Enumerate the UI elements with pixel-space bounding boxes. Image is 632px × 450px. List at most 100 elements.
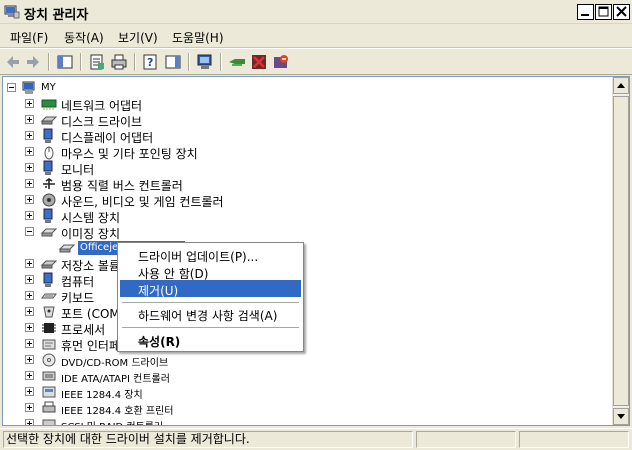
keyboard-icon xyxy=(41,293,57,299)
expand-toggle[interactable] xyxy=(25,179,34,188)
scroll-down-button[interactable] xyxy=(613,408,629,425)
forward-arrow-icon[interactable] xyxy=(24,53,42,71)
window-title: 장치 관리자 xyxy=(24,8,89,23)
expand-toggle[interactable] xyxy=(25,323,34,332)
menu-help[interactable]: 도움말(H) xyxy=(172,29,224,46)
expand-toggle[interactable] xyxy=(25,355,34,364)
vertical-scrollbar[interactable] xyxy=(612,77,629,425)
tree-root-label: MY xyxy=(41,82,56,93)
ctx-item-label: 하드웨어 변경 사항 검색(A) xyxy=(138,309,278,323)
expand-toggle[interactable] xyxy=(25,131,34,140)
menu-bar: 파일(F) 동작(A) 보기(V) 도움말(H) xyxy=(0,24,632,48)
disk-drive-icon xyxy=(41,116,57,125)
port-icon xyxy=(43,306,55,318)
menu-action[interactable]: 동작(A) xyxy=(64,29,104,46)
maximize-icon xyxy=(598,6,609,17)
tree-item-disk-drive[interactable]: 디스크 드라이브 xyxy=(3,112,603,129)
expand-toggle[interactable] xyxy=(25,195,34,204)
ctx-item-label: 속성(R) xyxy=(138,335,181,349)
menu-separator xyxy=(122,327,299,328)
tree-item-system-device[interactable]: 시스템 장치 xyxy=(3,208,603,225)
expand-toggle[interactable] xyxy=(25,419,34,425)
tree-item-imaging-device[interactable]: 이미징 장치 xyxy=(3,224,603,241)
tree-item-dvd-cdrom[interactable]: DVD/CD-ROM 드라이브 xyxy=(3,352,603,369)
expand-toggle[interactable] xyxy=(25,115,34,124)
collapse-toggle[interactable] xyxy=(25,227,34,236)
expand-toggle[interactable] xyxy=(25,403,34,412)
expand-toggle[interactable] xyxy=(25,259,34,268)
tree-item-scsi-raid[interactable]: SCSI 및 RAID 컨트롤러 xyxy=(3,416,603,425)
ctx-properties[interactable]: 속성(R) xyxy=(120,331,301,349)
tree-item-ide-controller[interactable]: IDE ATA/ATAPI 컨트롤러 xyxy=(3,368,603,385)
monitor-icon xyxy=(43,160,53,175)
toolbar-separator xyxy=(80,53,82,71)
scroll-thumb[interactable] xyxy=(613,96,629,406)
ctx-uninstall[interactable]: 제거(U) xyxy=(120,280,301,298)
close-button[interactable] xyxy=(613,4,630,20)
show-hide-action-pane-icon[interactable] xyxy=(164,53,182,71)
title-bar[interactable]: 장치 관리자 xyxy=(0,0,632,24)
tree-item-ieee1284-device[interactable]: IEEE 1284.4 장치 xyxy=(3,384,603,401)
expand-toggle[interactable] xyxy=(25,307,34,316)
expand-toggle[interactable] xyxy=(25,339,34,348)
tree-item-network-adapter[interactable]: 네트워크 어댑터 xyxy=(3,96,603,113)
status-pane xyxy=(519,431,629,448)
ctx-update-driver[interactable]: 드라이버 업데이트(P)... xyxy=(120,246,301,264)
toolbar: ? xyxy=(0,48,632,75)
processor-icon xyxy=(42,323,56,333)
tree-item-usb-controller[interactable]: 범용 직렬 버스 컨트롤러 xyxy=(3,176,603,193)
device-tree[interactable]: MY 네트워크 어댑터 디스크 드라이브 디스플레이 어댑터 마우스 및 기타 … xyxy=(2,76,630,426)
maximize-button[interactable] xyxy=(595,4,612,20)
help-icon[interactable]: ? xyxy=(142,53,160,71)
scsi-icon xyxy=(42,419,56,425)
expand-toggle[interactable] xyxy=(25,291,34,300)
print-icon[interactable] xyxy=(110,53,128,71)
arrow-up-icon xyxy=(617,83,625,88)
system-device-icon xyxy=(43,208,53,223)
tree-item-label: DVD/CD-ROM 드라이브 xyxy=(61,358,169,369)
minimize-button[interactable] xyxy=(577,4,594,20)
expand-toggle[interactable] xyxy=(25,275,34,284)
expand-toggle[interactable] xyxy=(25,211,34,220)
uninstall-device-icon[interactable] xyxy=(250,53,268,71)
expand-toggle[interactable] xyxy=(25,163,34,172)
menu-view[interactable]: 보기(V) xyxy=(118,29,158,46)
back-arrow-icon[interactable] xyxy=(4,53,22,71)
display-adapter-icon xyxy=(43,128,53,143)
scroll-up-button[interactable] xyxy=(613,77,629,94)
arrow-down-icon xyxy=(617,414,625,419)
tree-item-label: SCSI 및 RAID 컨트롤러 xyxy=(61,418,163,425)
tree-item-mouse[interactable]: 마우스 및 기타 포인팅 장치 xyxy=(3,144,603,161)
properties-icon[interactable] xyxy=(88,53,106,71)
context-menu: 드라이버 업데이트(P)... 사용 안 함(D) 제거(U) 하드웨어 변경 … xyxy=(117,242,304,352)
device-manager-icon xyxy=(4,5,20,19)
update-driver-icon[interactable] xyxy=(228,53,246,71)
cdrom-icon xyxy=(42,353,56,367)
expand-toggle[interactable] xyxy=(25,371,34,380)
tree-item-sound-video-game[interactable]: 사운드, 비디오 및 게임 컨트롤러 xyxy=(3,192,603,209)
close-icon xyxy=(616,6,627,17)
ctx-disable[interactable]: 사용 안 함(D) xyxy=(120,263,301,281)
tree-item-ieee1284-printer[interactable]: IEEE 1284.4 호환 프린터 xyxy=(3,400,603,417)
scan-hardware-changes-icon[interactable] xyxy=(196,53,214,71)
expand-toggle[interactable] xyxy=(25,387,34,396)
storage-volume-icon xyxy=(41,260,57,269)
mouse-icon xyxy=(44,146,54,160)
ide-controller-icon xyxy=(42,371,56,381)
ieee1284-icon xyxy=(42,386,56,398)
tree-root[interactable]: MY xyxy=(3,80,603,96)
collapse-toggle[interactable] xyxy=(7,83,16,92)
expand-toggle[interactable] xyxy=(25,99,34,108)
toolbar-separator xyxy=(220,53,222,71)
expand-toggle[interactable] xyxy=(25,147,34,156)
tree-item-display-adapter[interactable]: 디스플레이 어댑터 xyxy=(3,128,603,145)
svg-text:?: ? xyxy=(147,56,153,69)
show-hide-console-tree-icon[interactable] xyxy=(56,53,74,71)
usb-icon xyxy=(43,178,55,189)
tree-item-monitor[interactable]: 모니터 xyxy=(3,160,603,177)
menu-file[interactable]: 파일(F) xyxy=(10,29,48,46)
disable-device-icon[interactable] xyxy=(272,53,290,71)
hid-icon xyxy=(42,339,56,350)
ctx-scan-hardware[interactable]: 하드웨어 변경 사항 검색(A) xyxy=(120,305,301,323)
computer-icon xyxy=(43,272,53,287)
